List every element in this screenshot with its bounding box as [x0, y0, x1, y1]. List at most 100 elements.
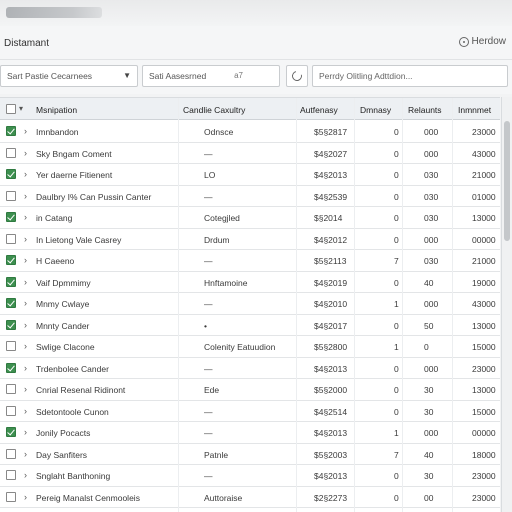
- chevron-right-icon[interactable]: ›: [24, 449, 27, 459]
- row-checkbox[interactable]: [6, 491, 16, 502]
- row-name: Trdenbolee Cander: [36, 363, 109, 374]
- row-checkbox[interactable]: [6, 448, 16, 459]
- column-guide: [296, 98, 297, 512]
- row-checkbox[interactable]: [6, 470, 16, 480]
- row-col-1: 1: [394, 428, 399, 438]
- help-label: Herdow: [471, 36, 506, 47]
- table-row[interactable]: › Sdetontoole Cunon — $4§2514 0 30 15000: [0, 401, 500, 422]
- row-checkbox[interactable]: [6, 190, 16, 201]
- row-amount: $§2014: [314, 213, 343, 223]
- chevron-right-icon[interactable]: ›: [24, 277, 27, 287]
- table-row[interactable]: › Cnrial Resenal Ridinont Ede $5§2000 0 30 130…: [0, 379, 500, 401]
- refresh-button[interactable]: [286, 65, 308, 87]
- chevron-right-icon[interactable]: ›: [24, 492, 27, 502]
- row-category: Ede: [204, 385, 220, 395]
- search-input[interactable]: Perrdy Olitling Adttdion...: [312, 65, 508, 87]
- row-col-3: 21000: [472, 170, 496, 180]
- row-checkbox[interactable]: [6, 298, 16, 308]
- select-all-checkbox[interactable]: [6, 104, 16, 114]
- row-col-1: 0: [394, 363, 399, 374]
- table-row[interactable]: › Mnmy Cwlaye — $4§2010 1 000 43000: [0, 293, 500, 315]
- table-row[interactable]: › Jonily Pocacts — $4§2013 1 000 00000: [0, 422, 500, 444]
- row-checkbox[interactable]: [6, 212, 16, 222]
- row-col-3: 01000: [472, 191, 496, 202]
- chevron-right-icon[interactable]: ›: [24, 191, 27, 201]
- row-category: —: [204, 363, 213, 374]
- vertical-scrollbar[interactable]: [501, 97, 512, 512]
- chevron-right-icon[interactable]: ›: [24, 363, 27, 373]
- row-checkbox[interactable]: [6, 126, 16, 136]
- table-row[interactable]: › Day Sanfiters Patnle $5§2003 7 40 18000: [0, 444, 500, 465]
- row-checkbox[interactable]: [6, 169, 16, 179]
- row-checkbox[interactable]: [6, 255, 16, 265]
- filter-dropdown-1-value: Sart Pastie Cecarnees: [7, 71, 93, 81]
- refresh-icon: [290, 69, 304, 83]
- chevron-right-icon[interactable]: ›: [24, 126, 27, 136]
- row-checkbox[interactable]: [6, 147, 16, 158]
- chevron-right-icon[interactable]: ›: [24, 298, 27, 308]
- table-row[interactable]: › Mnnty Cander • $4§2017 0 50 13000: [0, 315, 500, 336]
- chevron-right-icon[interactable]: ›: [24, 427, 27, 437]
- row-checkbox[interactable]: [6, 276, 16, 287]
- app-header: Distamant Herdow: [0, 26, 512, 60]
- row-col-1: 1: [394, 342, 399, 352]
- filter-dropdown-2[interactable]: Sati Aasesrned a7: [142, 65, 280, 87]
- chevron-right-icon[interactable]: ›: [24, 234, 27, 244]
- header-chevron-icon: ▾: [19, 104, 24, 113]
- chevron-right-icon[interactable]: ›: [24, 406, 27, 416]
- chevron-right-icon[interactable]: ›: [24, 341, 27, 351]
- row-col-1: 0: [394, 277, 399, 288]
- row-name: Day Sanfiters: [36, 449, 88, 460]
- row-checkbox[interactable]: [6, 362, 16, 373]
- table-row[interactable]: › in Catang Cotegjled $§2014 0 030 13000: [0, 207, 500, 229]
- row-amount: $4§2012: [314, 234, 348, 245]
- scrollbar-thumb[interactable]: [504, 121, 510, 241]
- table-row[interactable]: › In Lietong Vale Casrey Drdum $4§2012 0 000 0…: [0, 229, 500, 250]
- header-col-2[interactable]: Relaunts: [408, 105, 442, 115]
- chevron-right-icon[interactable]: ›: [24, 320, 27, 330]
- row-checkbox[interactable]: [6, 427, 16, 437]
- row-category: —: [204, 299, 213, 309]
- row-category: Patnle: [204, 449, 229, 460]
- table-row[interactable]: › Swlige Clacone Colenity Eatuudion $5§2800…: [0, 336, 500, 358]
- table-row[interactable]: › Trdenbolee Cander — $4§2013 0 000 23000: [0, 358, 500, 379]
- filter-dropdown-1[interactable]: Sart Pastie Cecarnees ▼: [0, 65, 138, 87]
- chevron-right-icon[interactable]: ›: [24, 169, 27, 179]
- row-col-1: 0: [394, 320, 399, 331]
- row-col-1: 0: [394, 492, 399, 503]
- row-checkbox[interactable]: [6, 405, 16, 416]
- table-row[interactable]: › Snglaht Banthoning — $4§2013 0 30 23000: [0, 465, 500, 487]
- header-col-1[interactable]: Dmnasy: [360, 105, 391, 115]
- row-category: —: [204, 471, 213, 481]
- table-row[interactable]: › Vaif Dpmmimy Hnftamoine $4§2019 0 40 19000: [0, 272, 500, 293]
- row-name: Jonily Pocacts: [36, 428, 91, 438]
- row-amount: $4§2010: [314, 299, 348, 309]
- help-button[interactable]: Herdow: [458, 36, 506, 47]
- table-row[interactable]: › H Caeeno — $5§2113 7 030 21000: [0, 250, 500, 272]
- chevron-right-icon[interactable]: ›: [24, 255, 27, 265]
- row-amount: $5§2113: [314, 256, 347, 266]
- chevron-right-icon[interactable]: ›: [24, 384, 27, 394]
- table-row[interactable]: › Daulbry I% Can Pussin Canter — $4§2539 0 03…: [0, 186, 500, 207]
- column-guide: [402, 98, 403, 512]
- header-col-3[interactable]: Inmnmet: [458, 105, 491, 115]
- table-row[interactable]: › Pereig Manalst Cenmooleis Auttoraise $2§2…: [0, 487, 500, 508]
- row-col-2: 030: [424, 213, 439, 223]
- table-row[interactable]: › Yer daerne Fitienent LO $4§2013 0 030 21000: [0, 164, 500, 186]
- table-row[interactable]: › Imnbandon Odnsce $5§2817 0 000 23000: [0, 121, 500, 143]
- row-checkbox[interactable]: [6, 384, 16, 394]
- row-col-2: 000: [424, 363, 439, 374]
- row-checkbox[interactable]: [6, 319, 16, 330]
- chevron-right-icon[interactable]: ›: [24, 212, 27, 222]
- row-name: Pereig Manalst Cenmooleis: [36, 492, 140, 503]
- header-amount[interactable]: Autfenasy: [300, 105, 338, 115]
- row-checkbox[interactable]: [6, 233, 16, 244]
- chevron-right-icon[interactable]: ›: [24, 470, 27, 480]
- header-category[interactable]: Candlie Caxultry: [183, 105, 245, 115]
- header-name[interactable]: Msnipation: [36, 105, 77, 115]
- row-checkbox[interactable]: [6, 341, 16, 351]
- table-row[interactable]: › Sky Bngam Coment — $4§2027 0 000 43000: [0, 143, 500, 164]
- row-amount: $4§2019: [314, 277, 348, 288]
- row-amount: $4§2013: [314, 471, 348, 481]
- chevron-right-icon[interactable]: ›: [24, 148, 27, 158]
